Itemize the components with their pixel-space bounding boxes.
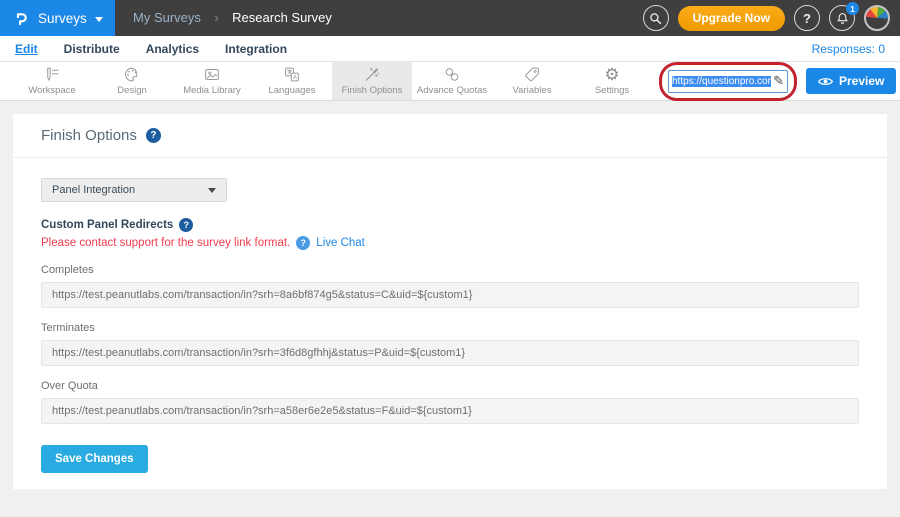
help-icon: ? [803,11,811,26]
breadcrumb-separator: › [214,10,218,25]
completes-field-group: Completes https://test.peanutlabs.com/tr… [41,264,859,308]
toolbar-item-variables[interactable]: Variables [492,62,572,100]
panel-integration-select[interactable]: Panel Integration [41,178,227,202]
preview-button-label: Preview [839,74,884,88]
toolbar-item-label: Workspace [28,85,75,96]
responses-count[interactable]: Responses: 0 [812,42,885,56]
custom-panel-redirects-help-icon[interactable]: ? [179,218,193,232]
survey-url-input[interactable]: https://questionpro.com/t/A ✎ [668,70,788,93]
terminates-url-input[interactable]: https://test.peanutlabs.com/transaction/… [41,340,859,366]
tab-analytics[interactable]: Analytics [146,42,199,56]
custom-panel-redirects-heading: Custom Panel Redirects [41,219,173,231]
toolbar-item-design[interactable]: Design [92,62,172,100]
media-library-icon [203,66,221,83]
eye-icon [818,76,833,87]
panel-body: Panel Integration Custom Panel Redirects… [13,158,887,473]
top-bar: Surveys My Surveys › Research Survey Upg… [0,0,900,36]
toolbar-item-media-library[interactable]: Media Library [172,62,252,100]
breadcrumb-current: Research Survey [232,10,332,25]
variables-tag-icon [523,66,541,83]
toolbar-item-label: Design [117,85,147,96]
terminates-label: Terminates [41,322,859,334]
breadcrumb-parent[interactable]: My Surveys [133,10,201,25]
toolbar-item-label: Variables [513,85,552,96]
workspace-icon [43,66,61,83]
toolbar-item-label: Settings [595,85,629,96]
finish-options-help-icon[interactable]: ? [146,128,161,143]
toolbar-item-label: Media Library [183,85,241,96]
survey-url-selected-text: https://questionpro.com/t/A [672,76,771,87]
advance-quotas-links-icon [443,66,461,83]
completes-url-input[interactable]: https://test.peanutlabs.com/transaction/… [41,282,859,308]
toolbar-item-languages[interactable]: A Languages [252,62,332,100]
over-quota-label: Over Quota [41,380,859,392]
settings-gear-icon: ⚙ [604,66,619,83]
page-title: Finish Options [41,127,137,144]
help-button[interactable]: ? [794,5,820,31]
avatar[interactable] [864,5,890,31]
tab-edit[interactable]: Edit [15,42,38,56]
tab-distribute[interactable]: Distribute [64,42,120,56]
panel-integration-selected-value: Panel Integration [52,184,135,196]
edit-toolbar: Workspace Design Media Library A Languag… [0,62,900,101]
product-switcher[interactable]: Surveys [0,0,115,36]
questionpro-logo-icon [13,10,30,27]
finish-options-panel: Finish Options ? Panel Integration Custo… [13,114,887,489]
finish-options-wand-icon [363,66,381,83]
survey-nav: Edit Distribute Analytics Integration Re… [0,36,900,62]
upgrade-now-button[interactable]: Upgrade Now [678,6,785,31]
product-label: Surveys [38,11,87,26]
tab-integration[interactable]: Integration [225,42,287,56]
bell-icon [836,12,849,25]
over-quota-url-input[interactable]: https://test.peanutlabs.com/transaction/… [41,398,859,424]
panel-header: Finish Options ? [13,114,887,158]
toolbar-item-label: Advance Quotas [417,85,487,96]
search-button[interactable] [643,5,669,31]
toolbar-item-advance-quotas[interactable]: Advance Quotas [412,62,492,100]
toolbar-item-label: Finish Options [342,85,403,96]
edit-url-pencil-icon[interactable]: ✎ [773,73,784,89]
toolbar-item-workspace[interactable]: Workspace [12,62,92,100]
save-changes-button[interactable]: Save Changes [41,445,148,473]
live-chat-help-icon[interactable]: ? [296,236,310,250]
preview-button[interactable]: Preview [806,68,896,94]
search-icon [649,12,662,25]
app-window: Surveys My Surveys › Research Survey Upg… [0,0,900,517]
notifications-button[interactable]: 1 [829,5,855,31]
languages-icon: A [283,66,301,83]
chevron-down-icon [208,188,216,193]
chevron-down-icon [95,17,103,22]
support-warning-text: Please contact support for the survey li… [41,237,290,249]
design-palette-icon [123,66,141,83]
toolbar-item-finish-options[interactable]: Finish Options [332,62,412,100]
survey-url-field-wrap: https://questionpro.com/t/A ✎ [668,70,788,93]
completes-label: Completes [41,264,859,276]
top-bar-right-section: My Surveys › Research Survey Upgrade Now… [115,0,900,36]
toolbar-item-settings[interactable]: ⚙ Settings [572,62,652,100]
over-quota-field-group: Over Quota https://test.peanutlabs.com/t… [41,380,859,424]
live-chat-link[interactable]: Live Chat [316,237,365,249]
svg-text:A: A [293,75,297,81]
notification-badge: 1 [846,2,859,15]
terminates-field-group: Terminates https://test.peanutlabs.com/t… [41,322,859,366]
breadcrumb: My Surveys › Research Survey [133,9,332,27]
toolbar-item-label: Languages [268,85,315,96]
